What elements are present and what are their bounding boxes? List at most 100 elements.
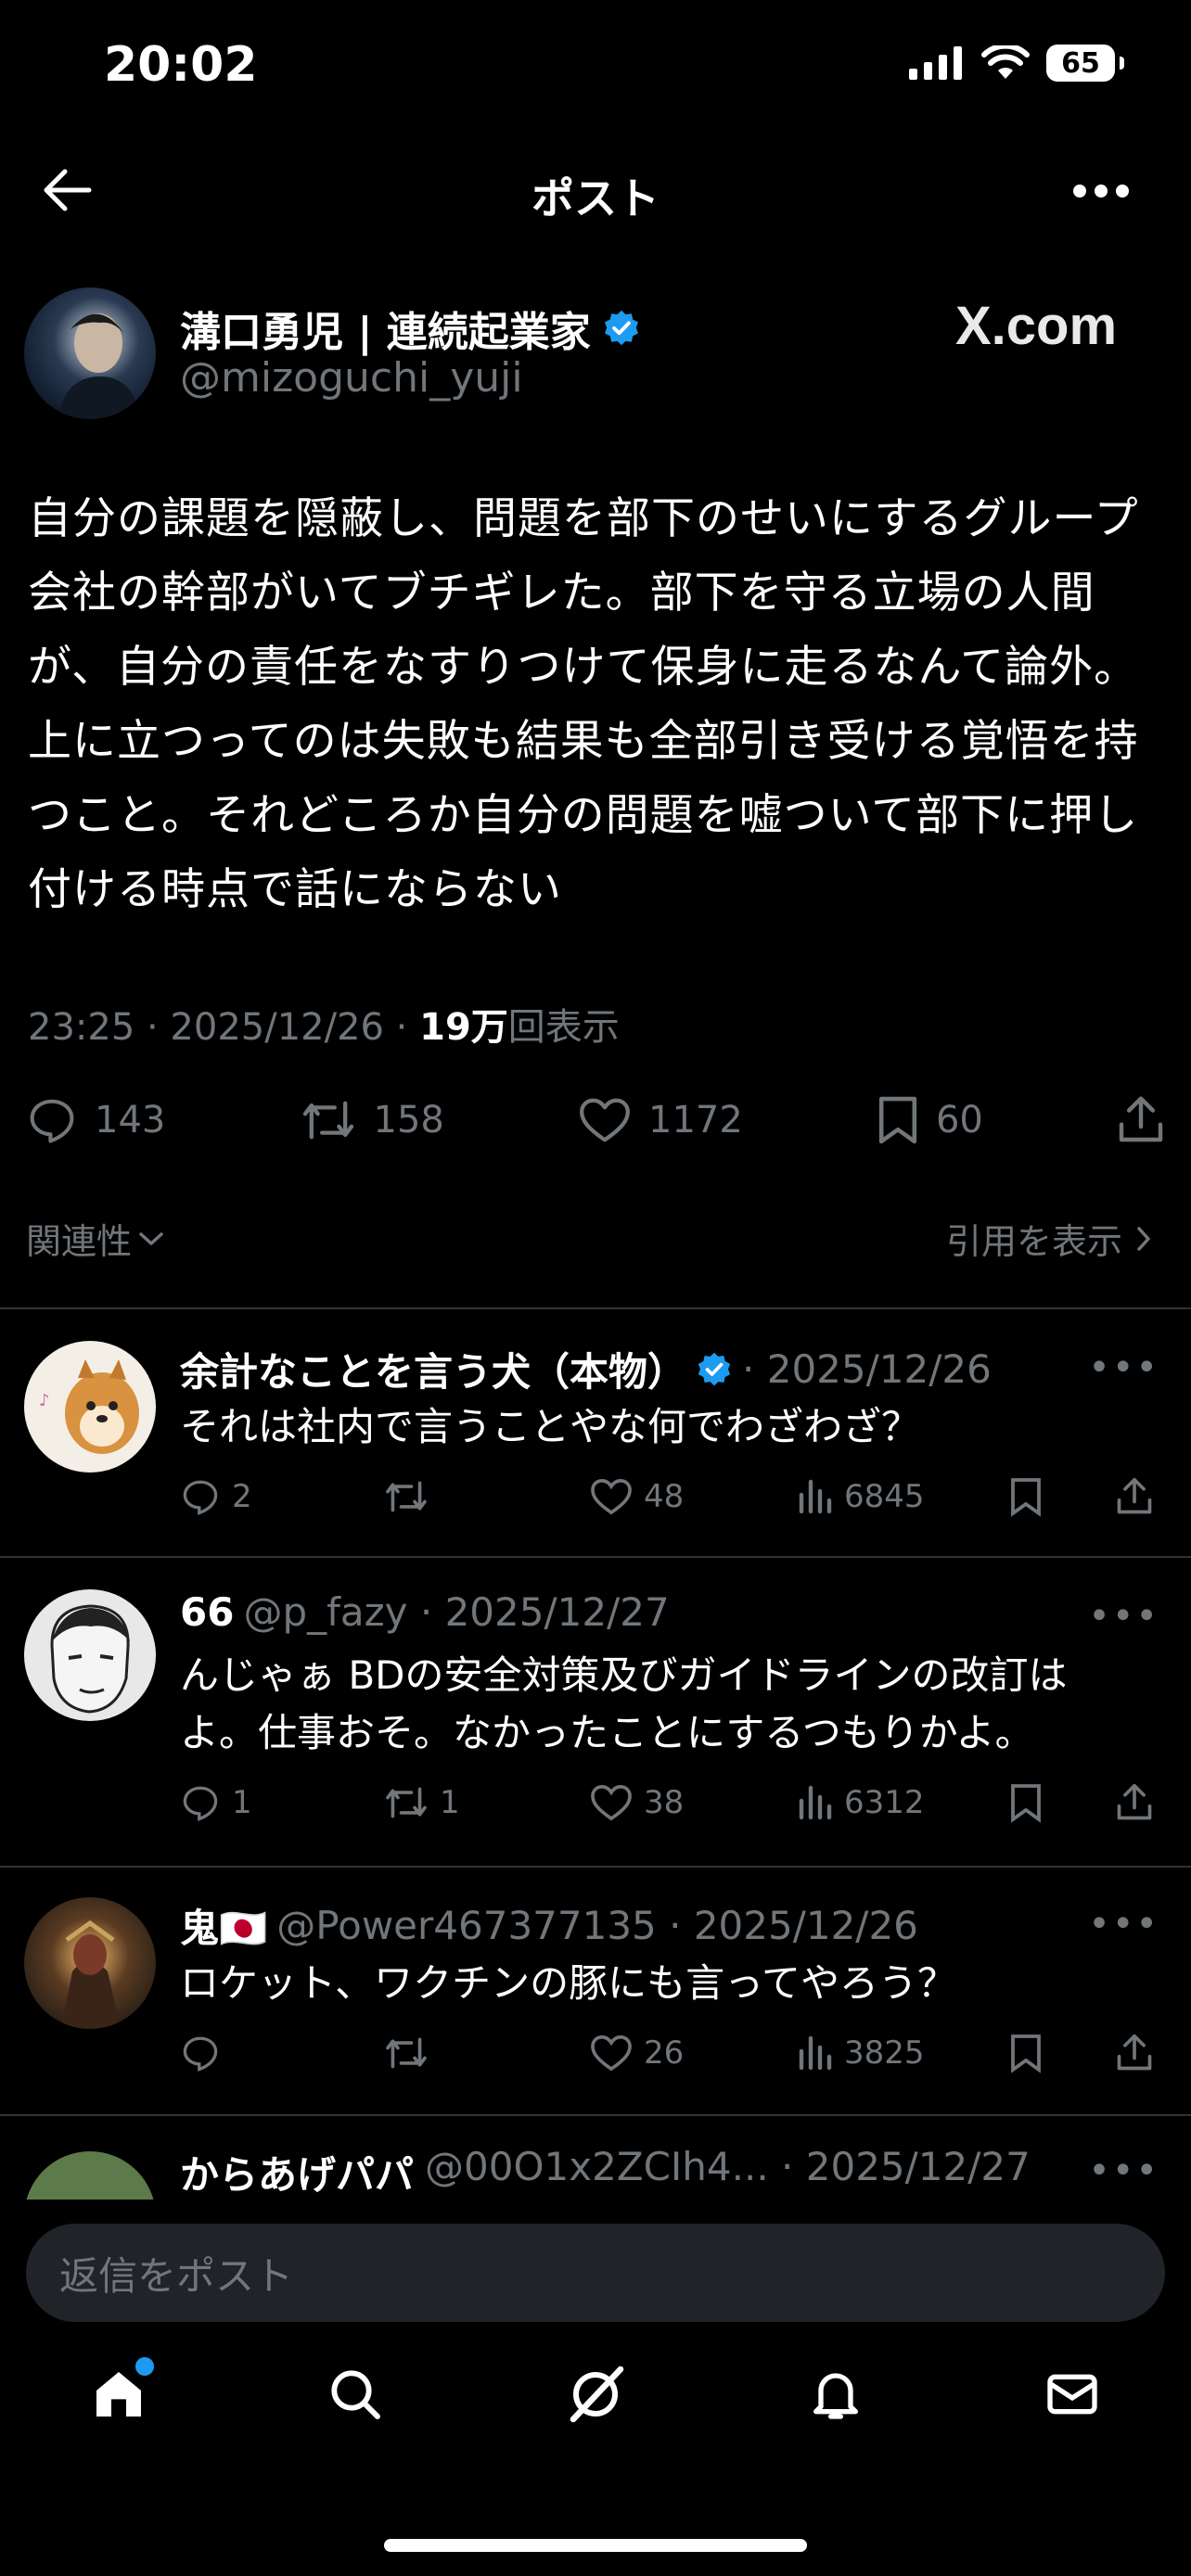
reply-header: からあげパパ @00O1x2ZCIh4... · 2025/12/27 xyxy=(180,2144,1031,2200)
reply-more-icon[interactable]: ••• xyxy=(1088,2149,1159,2192)
share-button[interactable] xyxy=(1115,1782,1154,1823)
reply-avatar[interactable] xyxy=(24,2151,156,2200)
views-button[interactable]: 6845 xyxy=(796,1478,1009,1515)
battery-icon: 65 xyxy=(1046,45,1124,82)
tab-grok[interactable] xyxy=(562,2361,629,2431)
share-button[interactable] xyxy=(1115,2033,1154,2073)
view-quotes-link[interactable]: 引用を表示 xyxy=(946,1213,1152,1264)
sort-label: 関連性 xyxy=(26,1221,133,1262)
divider xyxy=(0,1307,1191,1309)
views-button[interactable]: 6312 xyxy=(796,1784,1009,1821)
author-name[interactable]: 溝口勇児 | 連続起業家 xyxy=(180,299,591,358)
tab-messages[interactable] xyxy=(1043,2365,1102,2428)
divider xyxy=(0,2114,1191,2116)
bookmark-button[interactable] xyxy=(1009,1782,1115,1823)
like-button[interactable]: 1172 xyxy=(578,1096,743,1144)
reply-avatar[interactable]: ♪ xyxy=(24,1341,156,1473)
signal-icon xyxy=(909,46,962,80)
home-indicator xyxy=(384,2539,807,2552)
heart-icon xyxy=(591,1785,632,1821)
views-chart-icon xyxy=(799,1479,832,1514)
reply-button[interactable]: 143 xyxy=(26,1095,165,1145)
view-count: 6845 xyxy=(844,1478,925,1515)
reply-author-name[interactable]: 66 xyxy=(180,1589,234,1635)
repost-button[interactable] xyxy=(384,1478,590,1515)
repost-icon xyxy=(386,1787,427,1818)
repost-count: 158 xyxy=(373,1099,444,1141)
more-options-icon[interactable] xyxy=(1072,184,1130,198)
notification-dot xyxy=(134,2357,154,2376)
page-title: ポスト xyxy=(531,173,660,223)
heart-icon xyxy=(591,2035,632,2072)
bookmark-button[interactable] xyxy=(1009,2033,1115,2073)
reply-author-name[interactable]: 鬼🇯🇵 xyxy=(180,1897,267,1954)
reply-button[interactable]: 1 xyxy=(180,1783,384,1822)
bookmark-count: 60 xyxy=(935,1099,983,1141)
views-button[interactable]: 3825 xyxy=(796,2034,1009,2072)
like-count: 38 xyxy=(644,1784,685,1821)
like-button[interactable]: 48 xyxy=(590,1477,796,1516)
reply-icon xyxy=(183,1480,218,1515)
reply-icon xyxy=(183,2036,218,2072)
like-count: 48 xyxy=(644,1478,685,1515)
reply-item[interactable]: ♪ 余計なことを言う犬（本物） · 2025/12/26 ••• それは社内で言… xyxy=(0,1341,1191,1556)
reply-handle-date: @00O1x2ZCIh4... · 2025/12/27 xyxy=(425,2144,1031,2189)
reply-more-icon[interactable]: ••• xyxy=(1088,1903,1159,1945)
chevron-down-icon xyxy=(139,1231,163,1245)
repost-count: 1 xyxy=(440,1784,460,1821)
reply-button[interactable] xyxy=(180,2034,384,2072)
sort-dropdown[interactable]: 関連性 xyxy=(26,1213,165,1264)
bookmark-button[interactable]: 60 xyxy=(877,1094,983,1146)
reply-icon xyxy=(30,1099,74,1143)
reply-avatar[interactable] xyxy=(24,1589,156,1721)
tab-search[interactable] xyxy=(326,2365,385,2428)
like-button[interactable]: 38 xyxy=(590,1783,796,1822)
reply-action-bar: 26 3825 xyxy=(180,2033,1163,2073)
like-button[interactable]: 26 xyxy=(590,2034,796,2072)
author-avatar[interactable] xyxy=(24,287,156,419)
bookmark-icon xyxy=(878,1096,917,1144)
reply-text: ロケット、ワクチンの豚にも言ってやろう？ xyxy=(180,1960,957,2006)
repost-button[interactable]: 158 xyxy=(300,1097,444,1143)
share-button[interactable] xyxy=(1115,1476,1154,1517)
like-count: 26 xyxy=(644,2034,685,2072)
reply-input[interactable]: 返信をポスト xyxy=(26,2224,1165,2322)
reply-item[interactable]: 鬼🇯🇵 @Power467377135 · 2025/12/26 ••• ロケッ… xyxy=(0,1897,1191,2114)
repost-button[interactable]: 1 xyxy=(384,1784,590,1821)
share-icon xyxy=(1119,1096,1163,1142)
grok-icon xyxy=(570,2366,624,2423)
share-icon xyxy=(1117,1783,1152,1820)
view-quotes-label: 引用を表示 xyxy=(945,1221,1122,1262)
author-handle[interactable]: @mizoguchi_yuji xyxy=(180,354,523,402)
bookmark-icon xyxy=(1011,2034,1041,2073)
reply-button[interactable]: 2 xyxy=(180,1477,384,1516)
share-button[interactable] xyxy=(1117,1094,1165,1146)
share-icon xyxy=(1117,1477,1152,1514)
xcom-watermark: X.com xyxy=(955,296,1118,356)
bookmark-button[interactable] xyxy=(1009,1476,1115,1517)
reply-avatar[interactable] xyxy=(24,1897,156,2029)
reply-action-bar: 2 48 6845 xyxy=(180,1476,1163,1517)
reply-text: んじゃぁ BDの安全対策及びガイドラインの改訂はよ。仕事おそ。なかったことにする… xyxy=(180,1652,1068,1755)
tab-notifications[interactable] xyxy=(806,2365,865,2428)
reply-handle-date: · 2025/12/26 xyxy=(742,1346,992,1392)
reply-item[interactable]: からあげパパ @00O1x2ZCIh4... · 2025/12/27 ••• xyxy=(0,2144,1191,2200)
view-count: 6312 xyxy=(844,1784,925,1821)
bell-icon xyxy=(813,2373,859,2419)
reply-handle-date: @Power467377135 · 2025/12/26 xyxy=(276,1903,918,1948)
reply-more-icon[interactable]: ••• xyxy=(1088,1595,1159,1638)
avatar-photo xyxy=(58,313,141,419)
reply-text: それは社内で言うことやな何でわざわざ？ xyxy=(180,1404,921,1449)
reply-author-name[interactable]: 余計なことを言う犬（本物） xyxy=(180,1341,686,1397)
repost-icon xyxy=(302,1101,353,1140)
reply-author-name[interactable]: からあげパパ xyxy=(180,2144,414,2200)
author-name-line[interactable]: 溝口勇児 | 連続起業家 xyxy=(180,299,641,358)
heart-icon xyxy=(591,1479,632,1515)
tab-bar xyxy=(0,2357,1191,2431)
tab-home[interactable] xyxy=(89,2357,154,2428)
reply-more-icon[interactable]: ••• xyxy=(1088,1346,1159,1389)
reply-item[interactable]: 66 @p_fazy · 2025/12/27 ••• んじゃぁ BDの安全対策… xyxy=(0,1589,1191,1868)
views-chart-icon xyxy=(799,1785,832,1820)
repost-button[interactable] xyxy=(384,2034,590,2072)
divider xyxy=(0,1556,1191,1558)
